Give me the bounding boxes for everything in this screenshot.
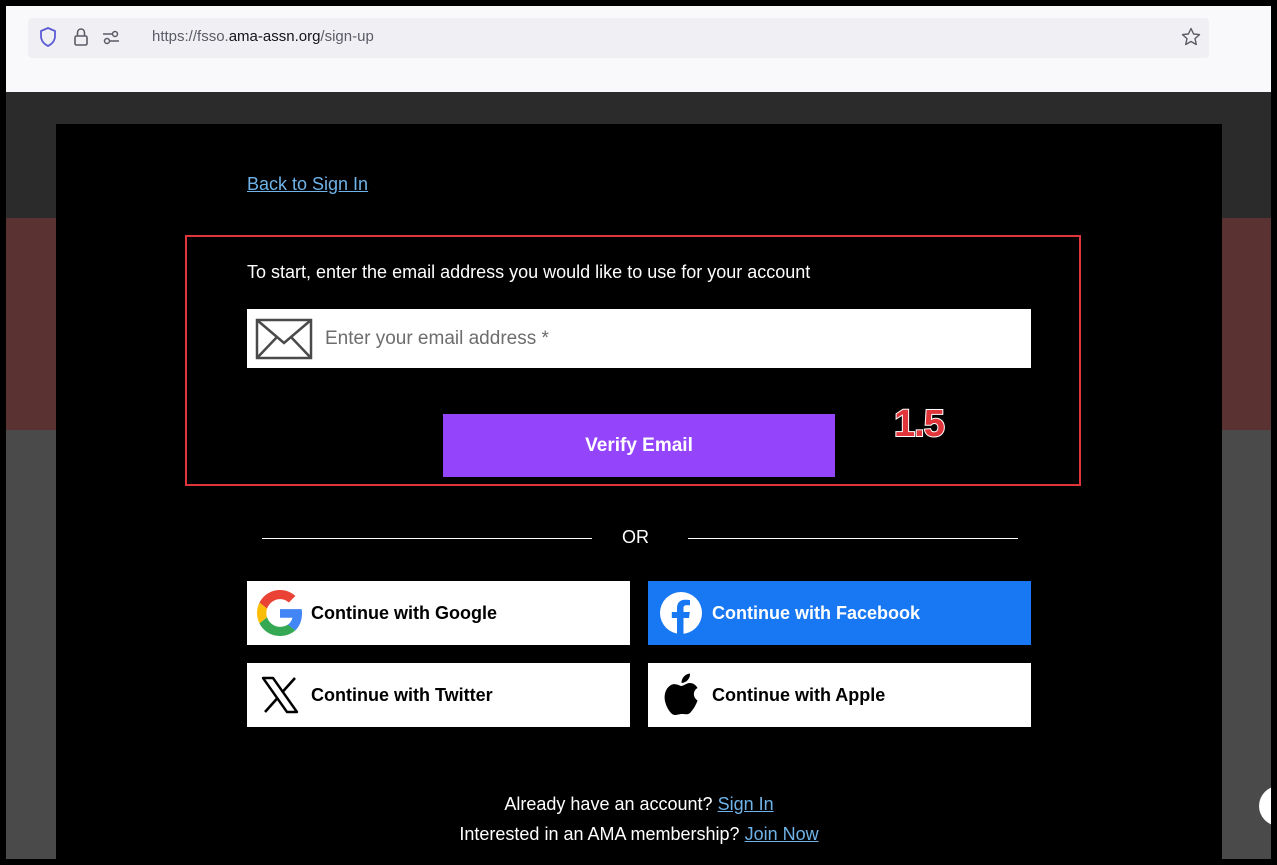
google-button-label: Continue with Google [311,602,497,623]
membership-prompt: Interested in an AMA membership? Join No… [459,824,819,844]
annotation-step-label: 1.5 [893,402,946,446]
facebook-icon [656,588,706,638]
or-separator: OR [622,527,649,547]
facebook-button-label: Continue with Facebook [712,602,921,623]
email-field-container[interactable] [247,309,1031,368]
google-icon [255,588,305,638]
continue-with-google-button[interactable]: Continue with Google [247,581,630,645]
back-to-sign-in-link[interactable]: Back to Sign In [247,174,368,195]
envelope-icon [255,318,313,360]
signup-modal: Back to Sign In To start, enter the emai… [56,124,1222,859]
continue-with-apple-button[interactable]: Continue with Apple [648,663,1031,727]
lock-icon[interactable] [70,26,92,48]
email-prompt-text: To start, enter the email address you wo… [247,262,811,282]
apple-button-label: Continue with Apple [712,684,886,705]
twitter-button-label: Continue with Twitter [311,684,493,705]
divider-right [688,538,1018,539]
sign-in-prompt: Already have an account? Sign In [504,794,774,814]
divider-left [262,538,592,539]
verify-email-button[interactable]: Verify Email [443,414,835,477]
browser-toolbar: https://fsso.ama-assn.org/sign-up [6,6,1271,92]
address-bar[interactable]: https://fsso.ama-assn.org/sign-up [28,18,1209,58]
join-now-link[interactable]: Join Now [745,824,819,844]
email-input[interactable] [323,319,1017,359]
apple-icon [656,670,706,720]
continue-with-facebook-button[interactable]: Continue with Facebook [648,581,1031,645]
permissions-icon[interactable] [100,26,122,48]
shield-icon[interactable] [37,26,59,48]
x-twitter-icon [255,670,305,720]
bookmark-star-icon[interactable] [1180,26,1202,48]
url-text[interactable]: https://fsso.ama-assn.org/sign-up [152,28,374,45]
screen-frame: https://fsso.ama-assn.org/sign-up Back t… [6,6,1271,859]
continue-with-twitter-button[interactable]: Continue with Twitter [247,663,630,727]
sign-in-link[interactable]: Sign In [718,794,774,814]
